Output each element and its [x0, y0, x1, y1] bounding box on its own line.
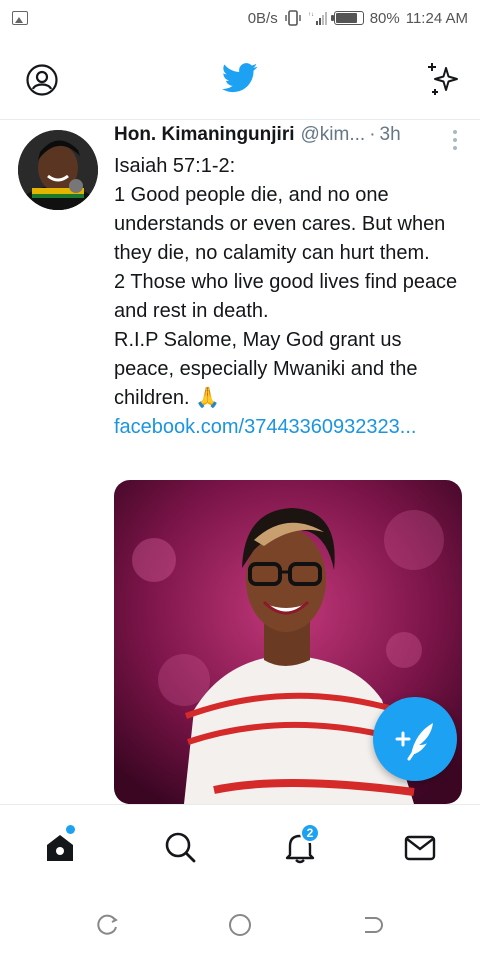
recents-icon[interactable] [94, 912, 120, 938]
header-separator: · [369, 124, 376, 145]
author-name[interactable]: Hon. Kimaningunjiri [114, 124, 295, 146]
back-icon[interactable] [360, 912, 386, 938]
status-right: 0B/s ↑↓ 80% 11:24 AM [248, 10, 468, 27]
nav-home[interactable] [42, 825, 78, 865]
bottom-navigation: 2 [0, 804, 480, 888]
author-handle[interactable]: @kim... [301, 124, 366, 146]
signal-icon: ↑↓ [308, 12, 327, 25]
sparkle-icon[interactable] [424, 60, 462, 98]
clock: 11:24 AM [405, 9, 468, 27]
gallery-notification-icon [12, 11, 28, 25]
vibrate-icon [285, 10, 301, 26]
home-circle-icon[interactable] [227, 912, 253, 938]
tweet-link[interactable]: facebook.com/37443360932323... [114, 413, 464, 442]
nav-messages[interactable] [402, 829, 438, 865]
avatar-image [18, 130, 98, 210]
search-icon [165, 832, 196, 863]
compose-feather-icon [395, 723, 433, 761]
tweet-body: Hon. Kimaningunjiri @kim... · 3h Isaiah … [114, 124, 464, 442]
battery-level [335, 13, 357, 23]
home-icon [47, 835, 73, 861]
nav-search[interactable] [162, 829, 198, 865]
more-options-icon[interactable] [448, 130, 462, 150]
top-app-bar [0, 36, 480, 120]
tweet-text-line: 1 Good people die, and no one understand… [114, 184, 446, 264]
status-left [12, 11, 28, 25]
data-speed: 0B/s [247, 9, 278, 27]
system-navigation-bar [0, 888, 480, 960]
tweet-text: Isaiah 57:1-2: 1 Good people die, and no… [114, 152, 464, 413]
tweet-header: Hon. Kimaningunjiri @kim... · 3h [114, 124, 464, 152]
home-new-indicator [66, 825, 75, 834]
tweet-text-line: Isaiah 57:1-2: [114, 155, 236, 177]
status-bar: 0B/s ↑↓ 80% 11:24 AM [0, 0, 480, 36]
avatar[interactable] [18, 130, 98, 210]
compose-tweet-button[interactable] [373, 697, 457, 781]
tweet-time: 3h [379, 124, 401, 145]
battery-percent: 80% [369, 9, 400, 27]
tweet-text-line: 2 Those who live good lives find peace a… [114, 271, 458, 322]
profile-icon[interactable] [26, 64, 58, 96]
twitter-bird-icon [222, 63, 258, 93]
svg-text:↑↓: ↑↓ [308, 12, 314, 18]
mail-icon [404, 835, 436, 861]
nav-notifications[interactable]: 2 [282, 823, 320, 865]
tweet-text-line: R.I.P Salome, May God grant us peace, es… [114, 329, 418, 409]
battery-icon [330, 11, 364, 25]
notifications-badge: 2 [300, 823, 320, 843]
